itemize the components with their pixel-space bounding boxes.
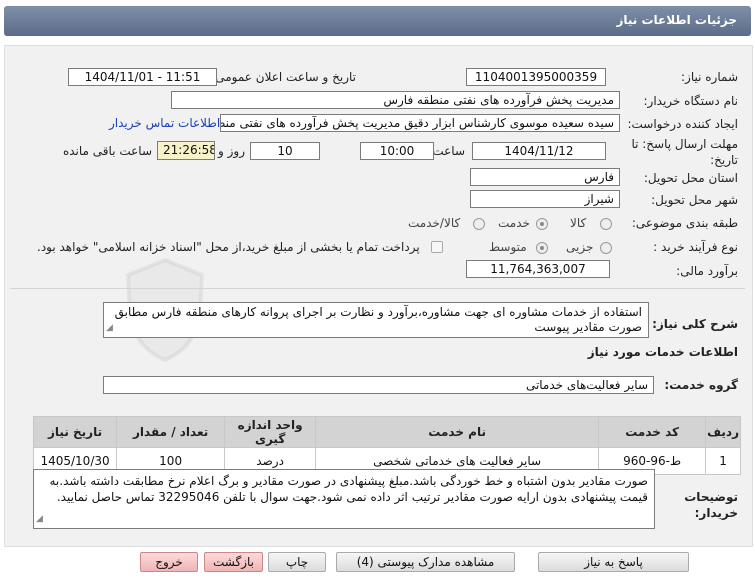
page-title: جزئیات اطلاعات نیاز xyxy=(616,13,737,27)
buyer-notes-label: توضیحات xyxy=(684,490,738,504)
days-field: 10 xyxy=(250,142,320,160)
deadline-date-field: 1404/11/12 xyxy=(472,142,606,160)
need-number-field: 1104001395000359 xyxy=(466,68,606,86)
process-option-minor: جزیی xyxy=(566,240,594,254)
table-header-row: ردیف کد خدمت نام خدمت واحد اندازه گیری ت… xyxy=(32,416,741,448)
col-qty: تعداد / مقدار xyxy=(116,416,226,448)
remaining-label: ساعت باقی مانده xyxy=(62,144,152,158)
reply-button[interactable]: پاسخ به نیاز xyxy=(538,552,689,572)
buyer-notes-text: صورت مقادیر بدون اشتباه و خط خوردگی باشد… xyxy=(49,474,649,504)
col-row: ردیف xyxy=(705,416,741,448)
page-header: جزئیات اطلاعات نیاز xyxy=(4,6,751,36)
deadline-time-label: ساعت xyxy=(432,144,465,158)
resize-grip-icon[interactable]: ◢ xyxy=(106,321,113,336)
summary-label: شرح کلی نیاز: xyxy=(652,317,738,331)
process-radio-medium[interactable] xyxy=(536,242,548,254)
payment-note: پرداخت تمام یا بخشی از مبلغ خرید،از محل … xyxy=(37,240,420,254)
process-option-medium: متوسط xyxy=(489,240,527,254)
estimate-field: 11,764,363,007 xyxy=(466,260,610,278)
creator-field: سیده سعیده موسوی کارشناس ابزار دقیق مدیر… xyxy=(220,114,620,132)
deadline-label-date: تاریخ: xyxy=(710,153,738,167)
summary-text: استفاده از خدمات مشاوره ای جهت مشاوره،بر… xyxy=(114,305,642,334)
process-radio-minor[interactable] xyxy=(600,242,612,254)
need-number-label: شماره نیاز: xyxy=(681,70,738,84)
col-unit: واحد اندازه گیری xyxy=(224,416,317,448)
creator-label: ایجاد کننده درخواست: xyxy=(627,117,738,131)
print-button[interactable]: چاپ xyxy=(268,552,326,572)
contact-buyer-link[interactable]: اطلاعات تماس خریدار xyxy=(109,116,220,130)
city-field: شیراز xyxy=(470,190,620,208)
province-field: فارس xyxy=(470,168,620,186)
resize-grip-icon[interactable]: ◢ xyxy=(36,511,43,527)
treasury-checkbox[interactable] xyxy=(431,241,443,253)
buyer-org-field: مدیریت پخش فرآورده های نفتی منطقه فارس xyxy=(171,91,620,109)
days-label: روز و xyxy=(218,144,245,158)
buyer-notes-label-2: خریدار: xyxy=(694,506,738,520)
process-label: نوع فرآیند خرید : xyxy=(653,240,738,254)
cell-row: 1 xyxy=(705,447,741,475)
exit-button[interactable]: خروج xyxy=(140,552,198,572)
deadline-time-field: 10:00 xyxy=(360,142,434,160)
attachments-button[interactable]: مشاهده مدارک پیوستی (4) xyxy=(336,552,515,572)
remaining-time-field: 21:26:58 xyxy=(157,141,215,160)
province-label: استان محل تحویل: xyxy=(643,171,738,185)
category-radio-service[interactable] xyxy=(536,218,548,230)
col-code: کد خدمت xyxy=(598,416,707,448)
summary-textarea: استفاده از خدمات مشاوره ای جهت مشاوره،بر… xyxy=(103,302,649,338)
col-name: نام خدمت xyxy=(315,416,600,448)
deadline-label: مهلت ارسال پاسخ: تا xyxy=(631,137,738,151)
category-option-goods-service: کالا/خدمت xyxy=(408,216,461,230)
category-label: طبقه بندی موضوعی: xyxy=(631,216,738,230)
service-group-field: سایر فعالیت‌های خدماتی xyxy=(103,376,654,394)
category-option-goods: کالا xyxy=(570,216,587,230)
services-table: ردیف کد خدمت نام خدمت واحد اندازه گیری ت… xyxy=(32,416,741,475)
announce-label: تاریخ و ساعت اعلان عمومی: xyxy=(211,70,356,84)
category-radio-goods-service[interactable] xyxy=(473,218,485,230)
buyer-notes-textarea: صورت مقادیر بدون اشتباه و خط خوردگی باشد… xyxy=(33,469,655,529)
estimate-label: برآورد مالی: xyxy=(676,264,738,278)
category-option-service: خدمت xyxy=(498,216,530,230)
col-date: تاریخ نیاز xyxy=(32,416,118,448)
services-section-title: اطلاعات خدمات مورد نیاز xyxy=(587,345,738,359)
service-group-label: گروه خدمت: xyxy=(664,378,738,392)
category-radio-goods[interactable] xyxy=(600,218,612,230)
buyer-org-label: نام دستگاه خریدار: xyxy=(643,94,739,108)
back-button[interactable]: بازگشت xyxy=(204,552,263,572)
city-label: شهر محل تحویل: xyxy=(651,193,738,207)
announce-field: 1404/11/01 - 11:51 xyxy=(68,68,217,86)
